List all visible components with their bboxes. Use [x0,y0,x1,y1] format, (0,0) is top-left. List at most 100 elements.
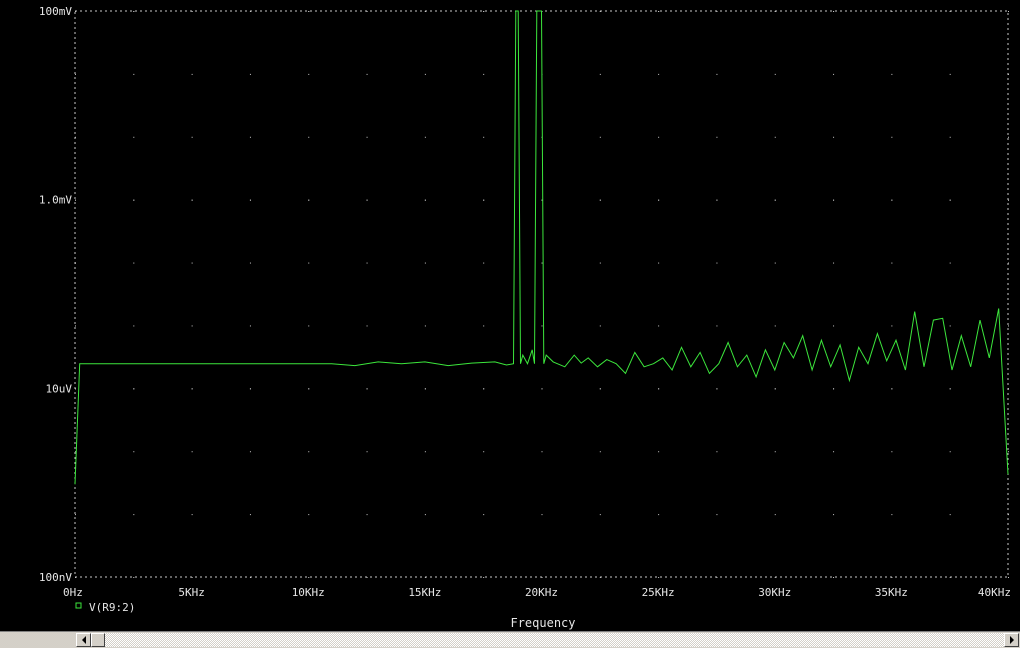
grid-dot [949,388,951,390]
grid-dot [483,73,485,75]
grid-dot [833,451,835,453]
grid-dot [833,388,835,390]
grid-dot [774,199,776,201]
grid-dot [366,199,368,201]
scroll-right-button[interactable] [1004,633,1019,647]
grid-dot [366,73,368,75]
grid-dot [833,514,835,516]
chart-plot-area: 100nV 10uV 1.0mV 100mV 0Hz 5KHz 10KHz 15KHz 20K… [39,5,1011,630]
grid-dot [833,11,835,12]
grid-dot [658,325,660,327]
grid-dot [249,199,251,201]
plot-border [74,10,1009,578]
grid-dot [891,262,893,264]
grid-dot [774,514,776,516]
x-tick-label: 30KHz [758,586,791,599]
grid-dot [599,451,601,453]
grid-dot [191,262,193,264]
grid-dot [774,73,776,75]
scrollbar-thumb[interactable] [91,633,105,647]
grid-dot [716,325,718,327]
grid-dot [774,451,776,453]
grid-dot [483,388,485,390]
grid-dot [658,514,660,516]
grid-dot [75,73,76,75]
grid-dot [658,199,660,201]
arrow-left-icon [81,636,86,644]
grid-dot [366,325,368,327]
grid-dot [191,451,193,453]
grid-dot [133,451,135,453]
grid-dot [308,514,310,516]
grid-dot [599,262,601,264]
grid-dot [308,199,310,201]
grid-dot [949,451,951,453]
grid-dot [308,388,310,390]
grid-dot [599,388,601,390]
grid-dot [75,514,76,516]
grid-dot [424,388,426,390]
grid-dot [249,73,251,75]
grid-dot [833,199,835,201]
grid-dot [308,136,310,138]
grid-dot [949,136,951,138]
legend-label: V(R9:2) [89,601,135,614]
grid-dot [658,262,660,264]
grid-dot [1008,577,1009,578]
grid-dot [658,11,660,12]
grid-dot [658,577,660,578]
grid-dot [133,514,135,516]
grid-dot [891,73,893,75]
x-axis-title: Frequency [510,616,575,630]
grid-dot [366,514,368,516]
grid-dot [891,451,893,453]
x-tick-labels: 0Hz 5KHz 10KHz 15KHz 20KHz 25KHz 30KHz 35KHz 40K… [63,586,1011,599]
grid-dot [308,325,310,327]
grid-dot [949,199,951,201]
grid-dot [891,325,893,327]
grid-dot [483,577,485,578]
grid-dot [191,73,193,75]
grid-dot [833,262,835,264]
grid-dot [483,514,485,516]
grid-dot [133,136,135,138]
grid-dot [308,73,310,75]
grid-dot [308,262,310,264]
grid-dot [483,262,485,264]
grid-dot [249,136,251,138]
horizontal-scrollbar[interactable] [0,631,1020,648]
grid-dot [891,514,893,516]
y-tick-label: 1.0mV [39,194,72,207]
x-tick-label: 10KHz [292,586,325,599]
grid-dot [949,73,951,75]
grid-dot [716,262,718,264]
arrow-right-icon [1009,636,1014,644]
grid-dot [949,262,951,264]
scroll-left-button[interactable] [76,633,91,647]
grid-dot [949,514,951,516]
grid-dot [191,136,193,138]
grid-dot [249,514,251,516]
grid-dot [774,388,776,390]
legend-marker [75,602,82,609]
grid-dot [599,136,601,138]
grid-dot [424,325,426,327]
grid-dot [424,451,426,453]
grid-dot [249,325,251,327]
grid-dot [75,325,76,327]
grid-dot [1008,325,1009,327]
scrollbar-track[interactable] [105,633,1004,647]
grid-dot [133,388,135,390]
grid-dot [133,262,135,264]
grid-dot [716,199,718,201]
grid-dot [133,11,135,12]
grid-dot [658,388,660,390]
grid-dot [483,451,485,453]
grid-dot [1008,451,1009,453]
grid-dot [716,388,718,390]
grid-dot [833,577,835,578]
plot-frame [74,10,1009,578]
grid-dot [366,388,368,390]
grid-dot [599,325,601,327]
x-tick-label: 15KHz [408,586,441,599]
